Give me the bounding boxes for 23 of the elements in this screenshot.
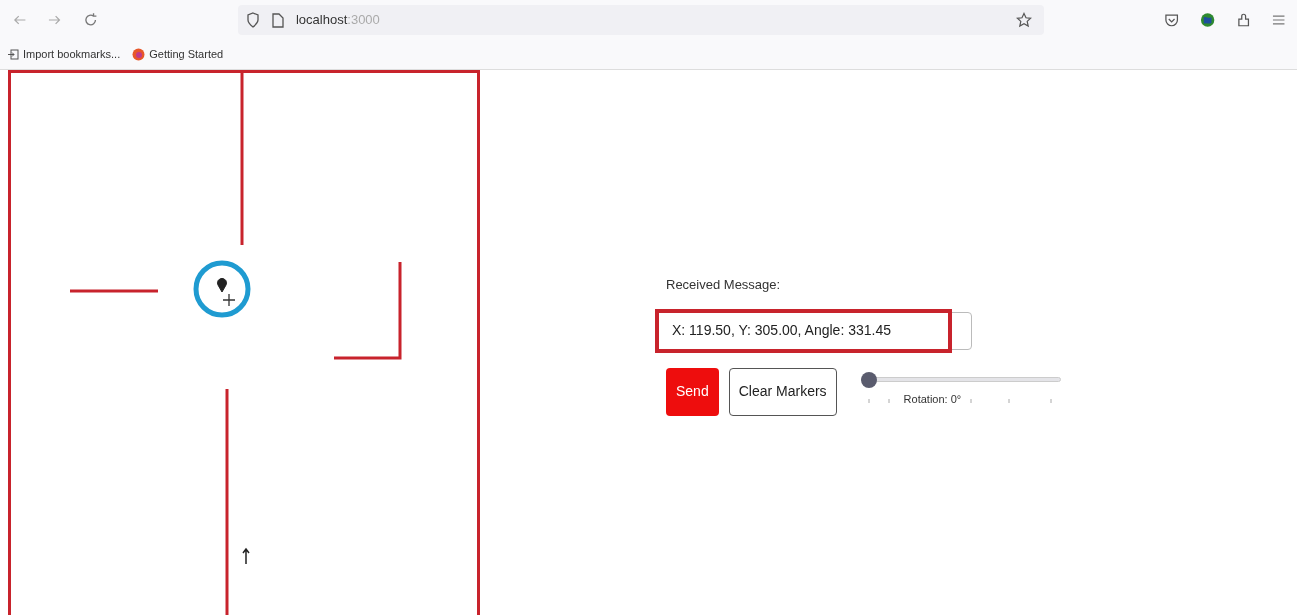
arrow-icon <box>242 547 250 565</box>
extensions-icon[interactable] <box>1236 12 1252 28</box>
highlight-circle <box>193 260 251 318</box>
slider-thumb[interactable] <box>860 371 877 388</box>
crosshair-icon <box>222 293 236 307</box>
url-text: localhost:3000 <box>296 11 380 30</box>
bookmark-link[interactable]: Getting Started <box>149 46 224 63</box>
menu-icon[interactable] <box>1271 14 1285 26</box>
send-button[interactable]: Send <box>666 367 719 416</box>
pin-icon <box>217 277 227 293</box>
received-message-label: Received Message: <box>666 276 782 294</box>
pocket-icon[interactable] <box>1163 12 1179 28</box>
firefox-icon <box>132 48 146 61</box>
star-icon[interactable] <box>1015 12 1032 28</box>
clear-markers-button[interactable]: Clear Markers <box>728 367 837 416</box>
shield-icon <box>246 12 260 28</box>
map-panel[interactable] <box>8 70 480 615</box>
reload-icon[interactable] <box>82 12 98 28</box>
page-icon <box>272 12 284 28</box>
bookmark-link[interactable]: Import bookmarks... <box>23 46 121 63</box>
rotation-slider[interactable] <box>860 371 1061 388</box>
import-icon <box>8 49 19 60</box>
address-bar[interactable]: localhost:3000 <box>238 5 1044 35</box>
